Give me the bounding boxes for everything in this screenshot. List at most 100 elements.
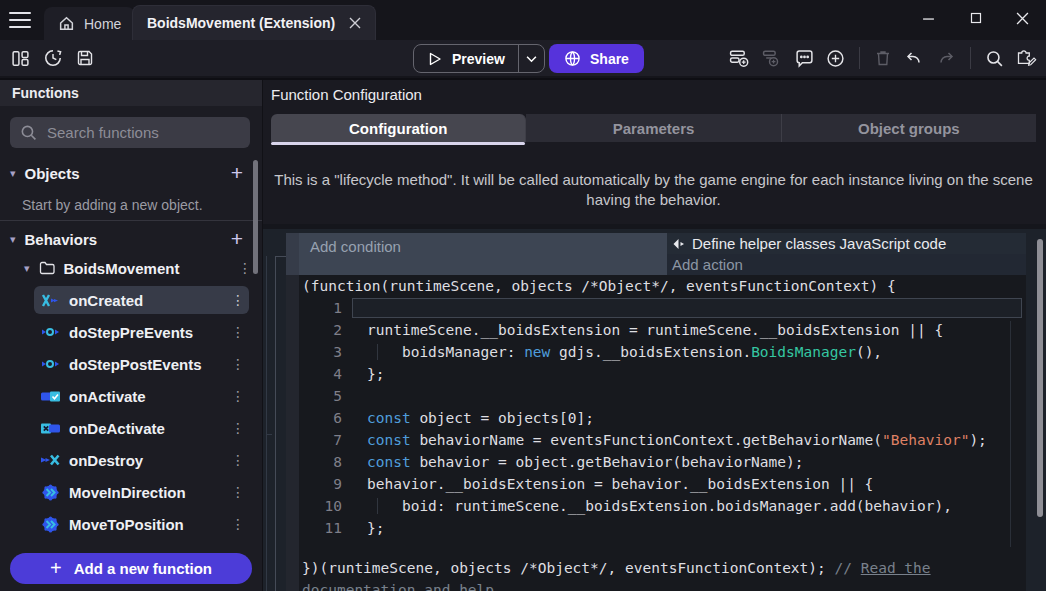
sidebar-scrollbar[interactable] xyxy=(253,160,258,274)
code-line: 1 xyxy=(299,297,1026,319)
functions-sidebar: Functions Search functions ▾ Objects + S… xyxy=(0,80,262,591)
event-drag-handle[interactable] xyxy=(286,233,299,275)
function-item-ondestroy[interactable]: onDestroy ⋮ xyxy=(34,446,249,474)
project-manager-icon[interactable] xyxy=(11,49,30,68)
line-number: 4 xyxy=(299,363,342,385)
function-item-ondeactivate[interactable]: onDeActivate ⋮ xyxy=(34,414,249,442)
minimize-button[interactable] xyxy=(905,0,952,36)
close-window-button[interactable] xyxy=(999,0,1046,36)
kebab-menu-icon[interactable]: ⋮ xyxy=(231,356,243,372)
preview-dropdown-button[interactable] xyxy=(518,45,544,72)
code-edit-boundary xyxy=(1010,321,1011,547)
kebab-menu-icon[interactable]: ⋮ xyxy=(231,516,243,532)
play-icon xyxy=(427,51,443,67)
content: Functions Search functions ▾ Objects + S… xyxy=(0,78,1046,591)
app-window: Home BoidsMovement (Extension) Preview xyxy=(0,0,1046,591)
tab-configuration[interactable]: Configuration xyxy=(271,114,526,142)
add-subevent-icon[interactable] xyxy=(762,49,783,68)
code-line: 4}; xyxy=(299,363,1026,385)
js-event-title: Define helper classes JavaScript code xyxy=(692,235,946,252)
function-item-movetoposition[interactable]: MoveToPosition ⋮ xyxy=(34,510,249,538)
line-number: 1 xyxy=(299,297,342,319)
line-number: 6 xyxy=(299,407,342,429)
on-created-icon xyxy=(40,292,60,308)
selected-code-line[interactable] xyxy=(352,298,1022,318)
function-label: onDeActivate xyxy=(69,420,222,437)
delete-icon[interactable] xyxy=(874,49,892,67)
event-indent-guide xyxy=(275,256,276,591)
function-label: MoveInDirection xyxy=(69,484,222,501)
plus-icon: + xyxy=(50,557,62,580)
search-events-icon[interactable] xyxy=(985,49,1004,68)
kebab-menu-icon[interactable]: ⋮ xyxy=(231,324,243,340)
kebab-menu-icon[interactable]: ⋮ xyxy=(231,292,243,308)
line-number: 3 xyxy=(299,341,342,363)
js-event-title-row[interactable]: Define helper classes JavaScript code xyxy=(667,233,1026,254)
function-item-oncreated[interactable]: onCreated ⋮ xyxy=(34,286,249,314)
step-events-icon xyxy=(40,324,60,340)
js-code-editor[interactable]: (function(runtimeScene, objects /*Object… xyxy=(299,275,1026,591)
tab-boidsmovement[interactable]: BoidsMovement (Extension) xyxy=(132,5,376,40)
home-tab-label: Home xyxy=(84,16,121,32)
lifecycle-description: This is a "lifecycle method". It will be… xyxy=(271,170,1036,210)
event-drag-handle[interactable] xyxy=(286,275,299,591)
function-label: MoveToPosition xyxy=(69,516,222,533)
function-label: doStepPreEvents xyxy=(69,324,222,341)
tab-object-groups[interactable]: Object groups xyxy=(782,114,1036,142)
function-item-dosteppostevents[interactable]: doStepPostEvents⋮ xyxy=(34,350,249,378)
add-circle-icon[interactable] xyxy=(826,49,845,68)
line-number: 10 xyxy=(299,495,342,517)
kebab-menu-icon[interactable]: ⋮ xyxy=(231,420,243,436)
save-icon[interactable] xyxy=(76,49,94,67)
code-line: 2runtimeScene.__boidsExtension = runtime… xyxy=(299,319,1026,341)
preview-button[interactable]: Preview xyxy=(414,45,518,72)
edit-extension-icon[interactable] xyxy=(1016,48,1037,68)
function-item-onactivate[interactable]: onActivate ⋮ xyxy=(34,382,249,410)
history-icon[interactable] xyxy=(43,48,63,68)
kebab-menu-icon[interactable]: ⋮ xyxy=(231,452,243,468)
kebab-menu-icon[interactable]: ⋮ xyxy=(231,484,243,500)
events-scrollbar[interactable] xyxy=(1037,239,1043,517)
gear-icon xyxy=(40,516,60,532)
function-label: onCreated xyxy=(69,292,222,309)
line-number: 8 xyxy=(299,451,342,473)
add-action-button[interactable]: Add action xyxy=(667,254,1026,275)
main-panel: Function Configuration Configuration Par… xyxy=(262,80,1046,591)
line-number: 11 xyxy=(299,517,342,539)
close-tab-icon[interactable] xyxy=(349,17,361,29)
event-indent-guide xyxy=(275,256,286,257)
share-button[interactable]: Share xyxy=(549,44,644,73)
add-condition-button[interactable]: Add condition xyxy=(299,233,667,275)
function-list: onCreated⋮doStepPreEvents⋮doStepPostEven… xyxy=(0,80,262,591)
code-line: 6const object = objects[0]; xyxy=(299,407,1026,429)
function-label: onActivate xyxy=(69,388,222,405)
code-footer: })(runtimeScene, objects /*Object*/, eve… xyxy=(299,557,1026,591)
tab-parameters[interactable]: Parameters xyxy=(526,114,781,142)
function-item-dosteppreevents[interactable]: doStepPreEvents ⋮ xyxy=(34,318,249,346)
menu-icon[interactable] xyxy=(9,12,31,28)
add-function-button[interactable]: + Add a new function xyxy=(10,553,252,584)
js-code-icon xyxy=(672,238,687,250)
js-code-event: Add condition Define helper classes Java… xyxy=(299,233,1026,591)
titlebar: Home BoidsMovement (Extension) xyxy=(0,0,1046,40)
active-tab-label: BoidsMovement (Extension) xyxy=(147,15,335,31)
config-tabs: Configuration Parameters Object groups xyxy=(271,114,1036,142)
redo-icon[interactable] xyxy=(936,49,956,67)
tab-home[interactable]: Home xyxy=(44,7,135,40)
line-number: 7 xyxy=(299,429,342,451)
share-label: Share xyxy=(590,51,629,67)
add-comment-icon[interactable] xyxy=(795,49,814,68)
on-activate-icon xyxy=(40,388,60,404)
function-item-moveindirection[interactable]: MoveInDirection ⋮ xyxy=(34,478,249,506)
add-event-icon[interactable] xyxy=(729,49,750,68)
page-title: Function Configuration xyxy=(271,86,422,103)
undo-icon[interactable] xyxy=(904,49,924,67)
function-label: onDestroy xyxy=(69,452,222,469)
code-line: 7const behaviorName = eventsFunctionCont… xyxy=(299,429,1026,451)
window-controls xyxy=(905,0,1046,36)
line-number: 2 xyxy=(299,319,342,341)
kebab-menu-icon[interactable]: ⋮ xyxy=(231,388,243,404)
maximize-button[interactable] xyxy=(952,0,999,36)
events-sheet: Add condition Define helper classes Java… xyxy=(263,224,1046,591)
preview-button-group: Preview xyxy=(413,44,545,73)
